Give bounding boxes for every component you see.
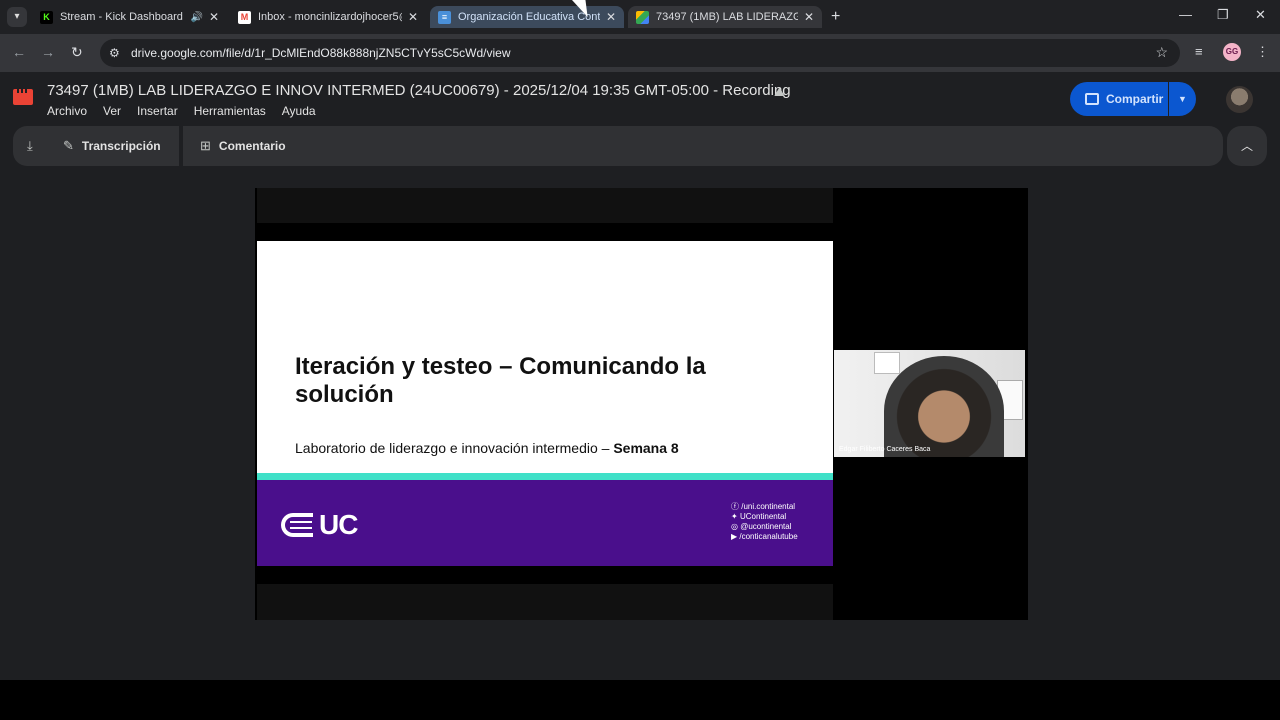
- bottom-bar: [0, 680, 1280, 720]
- facebook-handle: ⓕ /uni.continental: [731, 502, 796, 511]
- close-window-icon[interactable]: ✕: [1255, 7, 1266, 23]
- share-dropdown-icon[interactable]: ▼: [1168, 82, 1196, 116]
- tab-title: 73497 (1MB) LAB LIDERAZGO E: [656, 11, 798, 23]
- uc-logo: UC: [281, 509, 358, 541]
- drive-header: 73497 (1MB) LAB LIDERAZGO E INNOV INTERM…: [0, 72, 1280, 166]
- profile-avatar[interactable]: GG: [1223, 43, 1241, 61]
- presentation-slide: Iteración y testeo – Comunicando la solu…: [257, 241, 833, 566]
- close-icon[interactable]: ✕: [804, 10, 814, 24]
- tab-gmail[interactable]: M Inbox - moncinlizardojhocer5@ ✕: [230, 6, 426, 28]
- back-icon[interactable]: ←: [12, 44, 26, 60]
- social-links: ⓕ /uni.continental ✦ UContinental ◎ @uco…: [731, 502, 798, 542]
- close-icon[interactable]: ✕: [606, 10, 616, 24]
- download-icon: ⤓: [27, 138, 33, 153]
- site-info-icon[interactable]: ⚙: [109, 46, 120, 60]
- new-tab-button[interactable]: +: [831, 8, 840, 26]
- tab-search-button[interactable]: ▾: [7, 7, 27, 27]
- action-bar: ⤓ ✎ Transcripción ⊞ Comentario: [13, 126, 1223, 166]
- transcript-icon: ✎: [63, 138, 74, 153]
- video-letterbox-bottom: [257, 584, 833, 620]
- slide-week: Semana 8: [613, 440, 679, 456]
- restore-icon[interactable]: ❐: [1217, 7, 1229, 23]
- close-icon[interactable]: ✕: [209, 10, 219, 24]
- uc-logo-mark-icon: [281, 513, 313, 537]
- slide-accent-stripe: [257, 473, 833, 480]
- menu-bar: Archivo Ver Insertar Herramientas Ayuda: [47, 104, 316, 118]
- menu-archivo[interactable]: Archivo: [47, 104, 87, 118]
- tab-title: Inbox - moncinlizardojhocer5@: [258, 11, 402, 23]
- collapse-chevron-icon[interactable]: ︿: [1227, 126, 1267, 166]
- youtube-handle-text: /conticanalutube: [739, 532, 798, 541]
- bookmark-star-icon[interactable]: ☆: [1155, 44, 1168, 61]
- video-file-icon: [13, 89, 33, 105]
- tab-drive[interactable]: 73497 (1MB) LAB LIDERAZGO E ✕: [628, 6, 822, 28]
- reload-icon[interactable]: ↻: [71, 44, 83, 61]
- tab-title: Stream - Kick Dashboard: [60, 11, 183, 23]
- tab-kick[interactable]: K Stream - Kick Dashboard 🔊 ✕: [32, 6, 227, 28]
- download-button[interactable]: ⤓: [27, 138, 41, 154]
- forms-icon: ≡: [438, 10, 451, 24]
- instagram-handle-text: @ucontinental: [740, 522, 792, 531]
- gmail-icon: M: [238, 10, 251, 24]
- tab-forms[interactable]: ≡ Organización Educativa Conti ✕: [430, 6, 624, 28]
- menu-ayuda[interactable]: Ayuda: [282, 104, 316, 118]
- webcam-feed: Edgar Filiberto Caceres Baca: [834, 350, 1025, 457]
- facebook-handle-text: /uni.continental: [741, 502, 796, 511]
- address-bar[interactable]: ⚙ drive.google.com/file/d/1r_DcMlEndO88k…: [100, 39, 1180, 67]
- comment-label: Comentario: [218, 139, 286, 153]
- drive-icon: [636, 10, 649, 24]
- tab-strip: ▾ K Stream - Kick Dashboard 🔊 ✕ M Inbox …: [0, 0, 1280, 34]
- share-icon: [1085, 93, 1099, 105]
- divider: [179, 126, 183, 166]
- speaker-icon[interactable]: 🔊: [190, 12, 202, 23]
- forward-icon[interactable]: →: [41, 44, 55, 60]
- share-label: Compartir: [1106, 92, 1164, 106]
- close-icon[interactable]: ✕: [408, 10, 418, 24]
- video-letterbox-top: [257, 188, 833, 223]
- share-button[interactable]: Compartir ▼: [1070, 82, 1196, 116]
- reading-list-icon[interactable]: ≡: [1195, 44, 1203, 59]
- menu-ver[interactable]: Ver: [103, 104, 121, 118]
- slide-footer-band: UC ⓕ /uni.continental ✦ UContinental ◎ @…: [257, 480, 833, 566]
- menu-herramientas[interactable]: Herramientas: [194, 104, 266, 118]
- instagram-handle: ◎ @ucontinental: [731, 522, 792, 531]
- minimize-icon[interactable]: —: [1179, 7, 1192, 22]
- webcam-wall-sign: [874, 352, 900, 374]
- url-text[interactable]: drive.google.com/file/d/1r_DcMlEndO88k88…: [131, 46, 511, 60]
- account-avatar[interactable]: [1226, 86, 1253, 113]
- slide-title: Iteración y testeo – Comunicando la solu…: [295, 353, 706, 408]
- kick-icon: K: [40, 10, 53, 24]
- comment-button[interactable]: ⊞ Comentario: [200, 138, 286, 154]
- participant-name: Edgar Filiberto Caceres Baca: [839, 446, 931, 453]
- slide-subtitle-text: Laboratorio de liderazgo e innovación in…: [295, 440, 614, 456]
- more-menu-icon[interactable]: ⋮: [1256, 44, 1269, 60]
- twitter-handle: ✦ UContinental: [731, 512, 787, 521]
- twitter-handle-text: UContinental: [739, 512, 787, 521]
- webcam-person: [884, 356, 1004, 457]
- drive-shortcut-icon[interactable]: ⛰: [774, 84, 785, 100]
- transcript-button[interactable]: ✎ Transcripción: [63, 138, 161, 154]
- youtube-handle: ▶ /conticanalutube: [731, 532, 798, 541]
- transcript-label: Transcripción: [81, 139, 161, 153]
- comment-icon: ⊞: [200, 138, 211, 153]
- menu-insertar[interactable]: Insertar: [137, 104, 178, 118]
- browser-toolbar: ← → ↻ ⚙ drive.google.com/file/d/1r_DcMlE…: [0, 34, 1280, 72]
- slide-subtitle: Laboratorio de liderazgo e innovación in…: [295, 440, 679, 456]
- uc-brand-text: UC: [319, 509, 358, 540]
- file-title[interactable]: 73497 (1MB) LAB LIDERAZGO E INNOV INTERM…: [47, 82, 791, 99]
